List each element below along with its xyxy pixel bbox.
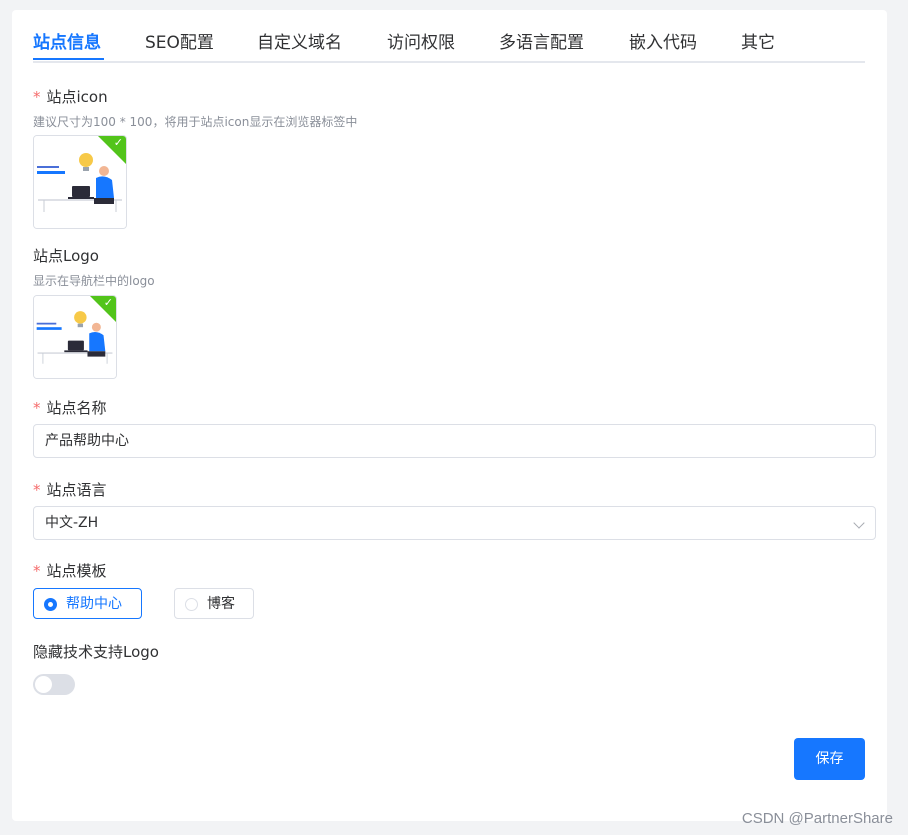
radio-label: 博客 [207, 596, 235, 612]
check-icon: ✓ [103, 296, 113, 309]
field-label: 站点icon [46, 88, 108, 106]
select-value: 中文-ZH [45, 515, 99, 531]
tab-seo[interactable]: SEO配置 [145, 28, 214, 53]
site-name-label: * 站点名称 [33, 397, 107, 418]
site-logo-label: 站点Logo [33, 247, 99, 265]
tab-label: 嵌入代码 [629, 33, 697, 53]
tab-site-info[interactable]: 站点信息 [33, 28, 104, 60]
tab-custom-domain[interactable]: 自定义域名 [257, 28, 342, 53]
watermark: CSDN @PartnerShare [741, 810, 893, 827]
required-mark: * [33, 562, 41, 580]
template-option-help-center[interactable]: 帮助中心 [33, 588, 142, 619]
site-language-label: * 站点语言 [33, 479, 107, 500]
active-tab-indicator [33, 58, 104, 60]
chevron-down-icon [853, 517, 865, 529]
required-mark: * [33, 399, 41, 417]
radio-label: 帮助中心 [66, 596, 122, 612]
field-label: 站点名称 [46, 399, 107, 417]
site-icon-hint: 建议尺寸为100 * 100，将用于站点icon显示在浏览器标签中 [33, 115, 358, 129]
switch-knob [35, 676, 52, 693]
tab-multilang[interactable]: 多语言配置 [499, 28, 584, 53]
tab-label: 站点信息 [33, 33, 101, 53]
template-option-blog[interactable]: 博客 [174, 588, 254, 619]
save-button[interactable]: 保存 [794, 738, 865, 780]
required-mark: * [33, 88, 41, 106]
settings-card: 站点信息 SEO配置 自定义域名 访问权限 多语言配置 嵌入代码 其它 * 站点i… [12, 10, 887, 821]
tab-label: 多语言配置 [499, 33, 584, 53]
tab-label: 自定义域名 [257, 33, 342, 53]
check-icon: ✓ [113, 136, 123, 149]
hide-logo-switch[interactable] [33, 674, 75, 695]
site-icon-label: * 站点icon [33, 86, 108, 107]
tab-other[interactable]: 其它 [741, 28, 775, 53]
tab-access[interactable]: 访问权限 [387, 28, 455, 53]
field-label: 站点模板 [46, 562, 107, 580]
settings-tabs: 站点信息 SEO配置 自定义域名 访问权限 多语言配置 嵌入代码 其它 [33, 10, 865, 63]
tab-label: 访问权限 [387, 33, 455, 53]
required-mark: * [33, 481, 41, 499]
tab-label: SEO配置 [145, 33, 214, 53]
radio-checked-icon [44, 598, 57, 611]
site-template-label: * 站点模板 [33, 560, 107, 581]
site-language-select[interactable]: 中文-ZH [33, 506, 876, 540]
site-logo-upload[interactable]: ✓ [33, 295, 117, 379]
site-name-input[interactable]: 产品帮助中心 [33, 424, 876, 458]
tab-label: 其它 [741, 33, 775, 53]
input-value: 产品帮助中心 [45, 433, 129, 449]
radio-unchecked-icon [185, 598, 198, 611]
tab-embed-code[interactable]: 嵌入代码 [629, 28, 697, 53]
hide-logo-label: 隐藏技术支持Logo [33, 643, 159, 661]
site-logo-hint: 显示在导航栏中的logo [33, 274, 155, 288]
field-label: 站点语言 [46, 481, 107, 499]
site-icon-upload[interactable]: ✓ [33, 135, 127, 229]
